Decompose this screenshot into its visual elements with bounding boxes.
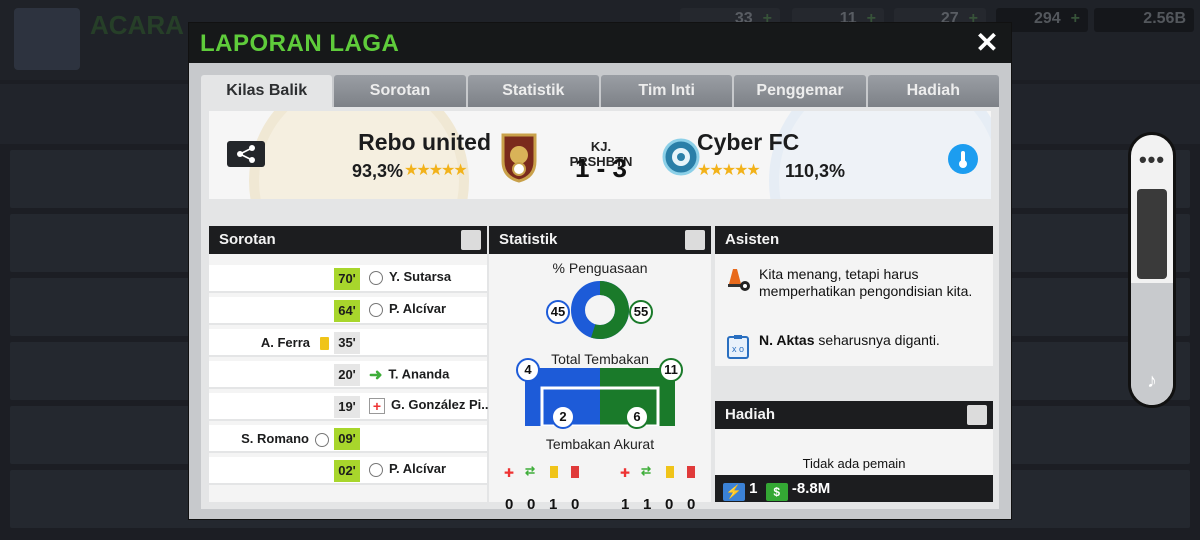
highlights-panel: Sorotan 70' Y. Sutarsa 64' P. Alcívar A.… xyxy=(209,226,492,502)
stats-header: Statistik xyxy=(489,226,711,254)
rewards-panel: Hadiah Tidak ada pemain ⚡ 1 $ -8.8M xyxy=(715,401,993,502)
tab-kilas-balik[interactable]: Kilas Balik xyxy=(201,75,333,107)
highlight-row: 70' Y. Sutarsa xyxy=(209,265,487,293)
expand-icon[interactable] xyxy=(461,230,481,250)
home-red: 0 xyxy=(571,496,580,513)
ball-icon xyxy=(315,432,329,447)
away-yellow: 0 xyxy=(665,496,674,513)
possession-home: 45 xyxy=(546,300,570,324)
assistant-message-2: N. Aktas seharusnya diganti. xyxy=(759,332,940,348)
tab-bar: Kilas Balik Sorotan Statistik Tim Inti P… xyxy=(201,75,999,107)
assistant-message-1: Kita menang, tetapi harus memperhatikan … xyxy=(759,266,973,299)
tab-hadiah[interactable]: Hadiah xyxy=(867,75,999,107)
share-button[interactable] xyxy=(227,141,265,167)
sound-icon[interactable]: ♪ xyxy=(1131,370,1173,393)
away-injuries: 1 xyxy=(621,496,630,513)
reward-summary: ⚡ 1 $ -8.8M xyxy=(715,475,993,502)
tactics-board-icon: x o xyxy=(727,335,749,359)
expand-icon[interactable] xyxy=(967,405,987,425)
away-team-name: Cyber FC xyxy=(697,129,800,155)
substitution-icon: ⇄ xyxy=(525,464,536,478)
assistant-header: Asisten xyxy=(715,226,993,254)
on-target-label: Tembakan Akurat xyxy=(545,436,655,452)
shots-home: 4 xyxy=(516,358,540,382)
injury-icon: ✚ xyxy=(504,466,515,480)
condition-button[interactable] xyxy=(948,144,978,174)
energy-icon: ⚡ xyxy=(723,483,745,501)
yellow-card-icon xyxy=(666,466,674,478)
share-icon xyxy=(237,145,255,163)
highlight-row: S. Romano 09' xyxy=(209,425,487,453)
home-team-rating: 93,3% xyxy=(352,161,404,181)
match-report-modal: LAPORAN LAGA ✕ Kilas Balik Sorotan Stati… xyxy=(188,22,1012,520)
more-icon[interactable]: ••• xyxy=(1131,147,1173,173)
stats-panel: Statistik % Penguasaan 45 55 Total Temba… xyxy=(489,226,711,513)
home-yellow: 1 xyxy=(549,496,558,513)
red-card-icon xyxy=(687,466,695,478)
on-target-home: 2 xyxy=(551,405,575,429)
assistant-panel: Asisten Kita menang, tetapi harus memper… xyxy=(715,226,993,366)
away-stars-icon: ★★★★★ xyxy=(697,162,761,179)
highlight-row: 02' P. Alcívar xyxy=(209,457,487,485)
tab-penggemar[interactable]: Penggemar xyxy=(734,75,866,107)
close-button[interactable]: ✕ xyxy=(971,27,1003,59)
match-score: 1 - 3 xyxy=(574,153,628,183)
expand-icon[interactable] xyxy=(685,230,705,250)
tab-tim-inti[interactable]: Tim Inti xyxy=(600,75,733,107)
away-team-rating: 110,3% xyxy=(785,161,846,181)
highlight-row: A. Ferra 35' xyxy=(209,329,487,357)
rewards-empty-text: Tidak ada pemain xyxy=(802,456,906,471)
highlights-header: Sorotan xyxy=(209,226,487,254)
svg-text:x o: x o xyxy=(732,344,744,354)
away-subs: 1 xyxy=(643,496,652,513)
reward-energy: 1 xyxy=(749,480,758,497)
rewards-header: Hadiah xyxy=(715,401,993,429)
modal-title: LAPORAN LAGA xyxy=(200,30,400,57)
highlight-row: 19' + G. González Pi... xyxy=(209,393,492,421)
tab-statistik[interactable]: Statistik xyxy=(467,75,599,107)
cone-icon xyxy=(728,269,750,291)
shots-away: 11 xyxy=(659,358,683,382)
home-stars-icon: ★★★★★ xyxy=(404,162,468,179)
home-crest-icon xyxy=(501,133,537,183)
injury-icon: + xyxy=(369,397,385,414)
volume-slider[interactable] xyxy=(1137,189,1167,279)
away-red: 0 xyxy=(687,496,696,513)
highlight-row: 64' P. Alcívar xyxy=(209,297,487,325)
away-crest-icon xyxy=(662,138,700,176)
modal-header: LAPORAN LAGA ✕ xyxy=(189,23,1011,63)
side-controller[interactable]: ••• ♪ xyxy=(1128,132,1176,408)
highlight-row: 20' ➜ T. Ananda xyxy=(209,361,487,389)
on-target-away: 6 xyxy=(625,405,649,429)
money-icon: $ xyxy=(765,483,788,501)
injury-icon: ✚ xyxy=(620,466,631,480)
red-card-icon xyxy=(571,466,579,478)
reward-money: -8.8M xyxy=(791,480,831,497)
home-subs: 0 xyxy=(527,496,536,513)
ball-icon xyxy=(369,270,383,285)
possession-label: % Penguasaan xyxy=(552,260,648,276)
home-injuries: 0 xyxy=(505,496,514,513)
substitution-icon: ⇄ xyxy=(641,464,652,478)
yellow-card-icon xyxy=(550,466,558,478)
tab-sorotan[interactable]: Sorotan xyxy=(334,75,466,107)
substitution-icon: ➜ xyxy=(369,367,383,384)
possession-away: 55 xyxy=(629,300,653,324)
ball-icon xyxy=(369,462,383,477)
possession-donut xyxy=(571,281,629,339)
highlights-list: 70' Y. Sutarsa 64' P. Alcívar A. Ferra 3… xyxy=(209,254,492,502)
ball-icon xyxy=(369,302,383,317)
tab-content: Rebo united 93,3% ★★★★★ KJ. PRSHBTN 1 - … xyxy=(201,107,999,513)
score-banner: Rebo united 93,3% ★★★★★ KJ. PRSHBTN 1 - … xyxy=(209,111,991,199)
thermometer-icon xyxy=(959,151,967,168)
home-team-name: Rebo united xyxy=(358,129,491,155)
goal-graphic xyxy=(525,368,675,426)
yellow-card-icon xyxy=(320,337,329,351)
